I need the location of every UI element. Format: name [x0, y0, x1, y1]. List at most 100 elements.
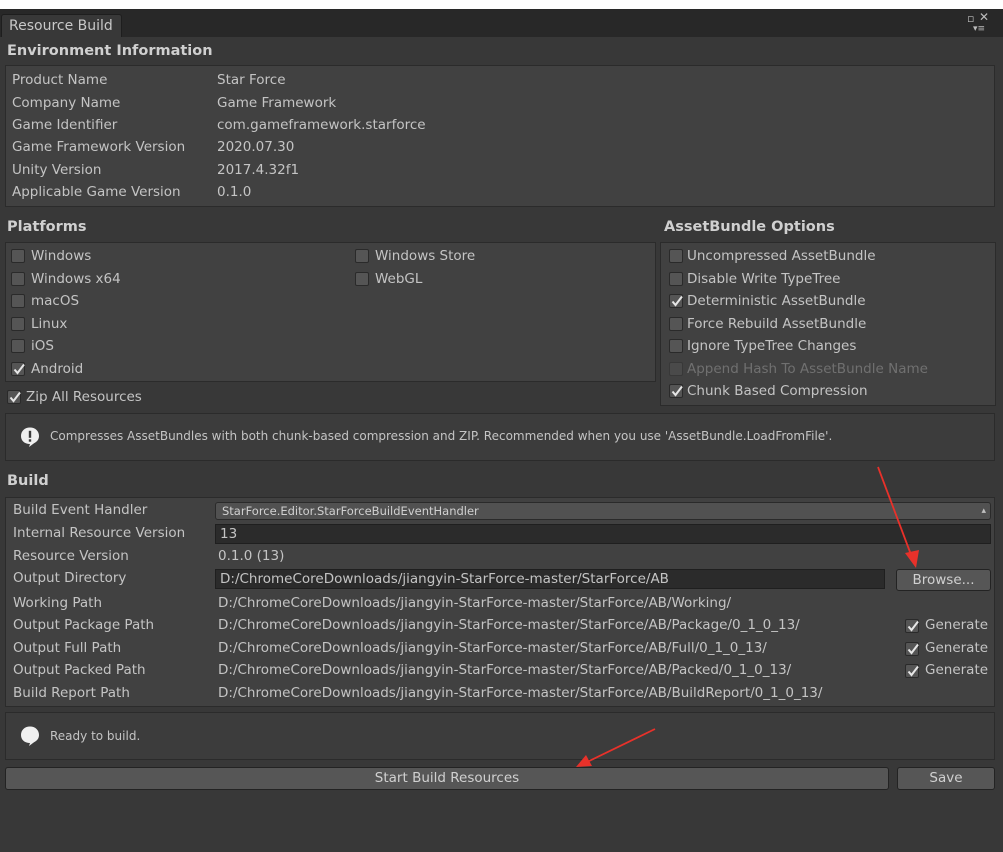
speech-bubble-icon — [21, 726, 39, 746]
env-value: 2017.4.32f1 — [217, 162, 300, 178]
build-event-handler-label: Build Event Handler — [13, 502, 148, 518]
generate-label: Generate — [925, 662, 989, 678]
env-row-unity-version: Unity Version 2017.4.32f1 — [6, 162, 986, 182]
checkbox[interactable] — [355, 272, 369, 286]
platform-label: Windows x64 — [31, 271, 121, 287]
checkmark-icon — [907, 620, 919, 632]
resource-version-value: 0.1.0 (13) — [218, 548, 285, 564]
checkbox-checked[interactable] — [7, 390, 21, 404]
checkbox[interactable] — [669, 249, 683, 263]
checkbox[interactable] — [11, 339, 25, 353]
env-label: Game Framework Version — [12, 139, 186, 155]
option-label: Ignore TypeTree Changes — [687, 338, 857, 354]
checkmark-icon — [671, 385, 683, 397]
generate-label: Generate — [925, 617, 989, 633]
checkbox[interactable] — [669, 272, 683, 286]
checkbox[interactable] — [355, 249, 369, 263]
tab-strip: Resource Build ▫ ✕ ▾≡ — [0, 9, 1003, 37]
platform-label: WebGL — [375, 271, 423, 287]
dropdown-arrows-icon: ▴ — [981, 506, 986, 516]
maximize-icon[interactable]: ▫ — [967, 13, 974, 24]
environment-panel: Product Name Star Force Company Name Gam… — [5, 65, 995, 207]
assetbundle-panel: Uncompressed AssetBundle Disable Write T… — [660, 242, 996, 406]
env-value: Star Force — [217, 72, 286, 88]
env-row-company-name: Company Name Game Framework — [6, 95, 986, 115]
env-label: Product Name — [12, 72, 108, 88]
env-value: 2020.07.30 — [217, 139, 295, 155]
checkbox-checked[interactable] — [11, 362, 25, 376]
env-label: Applicable Game Version — [12, 184, 181, 200]
checkbox-checked[interactable] — [905, 664, 919, 678]
compression-help-box: Compresses AssetBundles with both chunk-… — [5, 413, 995, 461]
internal-version-input[interactable]: 13 — [215, 524, 991, 544]
package-path-label: Output Package Path — [13, 617, 155, 633]
tab-menu-icon[interactable]: ▾≡ — [973, 24, 985, 35]
checkbox[interactable] — [11, 317, 25, 331]
platform-label: iOS — [31, 338, 54, 354]
full-path-value: D:/ChromeCoreDownloads/jiangyin-StarForc… — [218, 640, 767, 656]
output-directory-input[interactable]: D:/ChromeCoreDownloads/jiangyin-StarForc… — [215, 569, 885, 589]
report-path-label: Build Report Path — [13, 685, 130, 701]
full-path-label: Output Full Path — [13, 640, 122, 656]
save-button[interactable]: Save — [897, 767, 995, 790]
resource-version-label: Resource Version — [13, 548, 129, 564]
working-path-label: Working Path — [13, 595, 103, 611]
platform-label: Linux — [31, 316, 68, 332]
zip-all-label: Zip All Resources — [26, 389, 142, 405]
build-header: Build — [7, 473, 49, 489]
option-label: Uncompressed AssetBundle — [687, 248, 876, 264]
checkbox[interactable] — [11, 249, 25, 263]
status-help-box: Ready to build. — [5, 712, 995, 760]
window-top-edge — [0, 0, 1003, 9]
working-path-value: D:/ChromeCoreDownloads/jiangyin-StarForc… — [218, 595, 732, 611]
packed-path-label: Output Packed Path — [13, 662, 146, 678]
platforms-panel: Windows Windows x64 macOS Linux iOS Andr… — [5, 242, 656, 382]
generate-label: Generate — [925, 640, 989, 656]
start-build-button[interactable]: Start Build Resources — [5, 767, 889, 790]
option-label: Disable Write TypeTree — [687, 271, 841, 287]
info-speech-icon — [21, 427, 39, 447]
env-row-game-identifier: Game Identifier com.gameframework.starfo… — [6, 117, 986, 137]
checkbox-checked[interactable] — [669, 384, 683, 398]
packed-path-value: D:/ChromeCoreDownloads/jiangyin-StarForc… — [218, 662, 792, 678]
checkbox-disabled — [669, 362, 683, 376]
tab-resource-build[interactable]: Resource Build — [1, 14, 122, 37]
checkmark-icon — [907, 665, 919, 677]
checkbox[interactable] — [11, 272, 25, 286]
checkbox-checked[interactable] — [669, 294, 683, 308]
env-row-product-name: Product Name Star Force — [6, 72, 986, 92]
package-path-value: D:/ChromeCoreDownloads/jiangyin-StarForc… — [218, 617, 800, 633]
env-row-game-version: Applicable Game Version 0.1.0 — [6, 184, 986, 204]
platforms-header: Platforms — [7, 219, 87, 235]
checkbox-checked[interactable] — [905, 642, 919, 656]
report-path-value: D:/ChromeCoreDownloads/jiangyin-StarForc… — [218, 685, 823, 701]
checkbox[interactable] — [11, 294, 25, 308]
build-event-handler-dropdown[interactable]: StarForce.Editor.StarForceBuildEventHand… — [215, 502, 991, 520]
compression-help-text: Compresses AssetBundles with both chunk-… — [50, 429, 833, 443]
checkmark-icon — [9, 391, 21, 403]
option-label: Chunk Based Compression — [687, 383, 868, 399]
env-value: Game Framework — [217, 95, 337, 111]
platform-label: macOS — [31, 293, 80, 309]
build-panel: Build Event Handler StarForce.Editor.Sta… — [5, 497, 995, 707]
output-directory-label: Output Directory — [13, 570, 127, 586]
browse-button[interactable]: Browse... — [896, 569, 991, 591]
platform-label: Android — [31, 361, 84, 377]
checkbox-checked[interactable] — [905, 619, 919, 633]
assetbundle-header: AssetBundle Options — [664, 219, 835, 235]
checkbox[interactable] — [669, 317, 683, 331]
internal-version-label: Internal Resource Version — [13, 525, 186, 541]
env-value: 0.1.0 — [217, 184, 252, 200]
environment-header: Environment Information — [7, 43, 213, 59]
status-help-text: Ready to build. — [50, 729, 141, 743]
env-label: Unity Version — [12, 162, 102, 178]
checkbox[interactable] — [669, 339, 683, 353]
platform-label: Windows — [31, 248, 92, 264]
close-icon[interactable]: ✕ — [979, 11, 989, 23]
checkmark-icon — [671, 295, 683, 307]
platform-label: Windows Store — [375, 248, 476, 264]
window-controls: ▫ ✕ ▾≡ — [965, 10, 995, 36]
option-label: Append Hash To AssetBundle Name — [687, 361, 928, 377]
checkmark-icon — [907, 643, 919, 655]
env-label: Company Name — [12, 95, 121, 111]
